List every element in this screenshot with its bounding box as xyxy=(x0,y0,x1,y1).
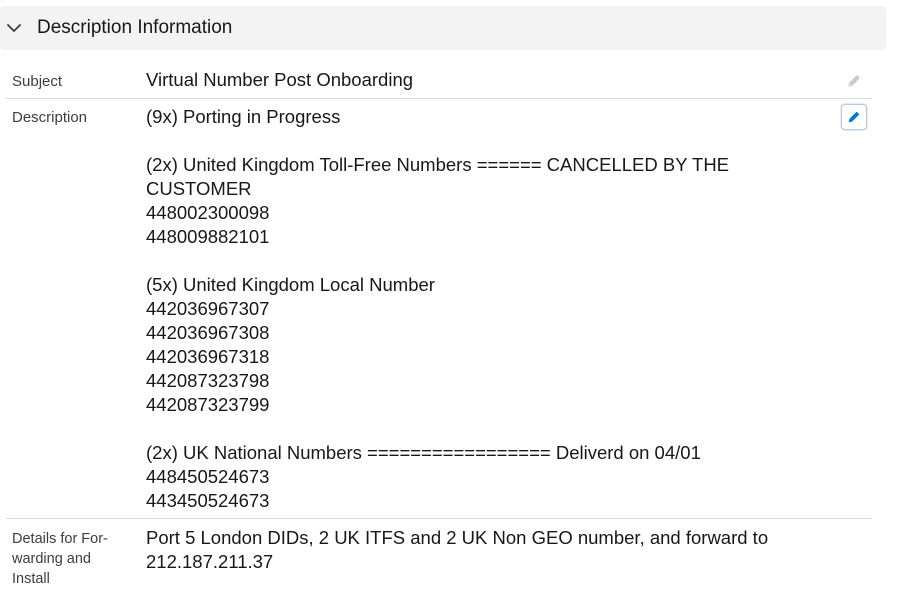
field-value-line: 212.187.211.37 xyxy=(146,551,274,572)
description-line: 442087323798 xyxy=(146,370,270,391)
section-title: Description Information xyxy=(37,17,233,38)
description-line: 442036967308 xyxy=(146,322,270,343)
divider xyxy=(6,98,872,99)
field-row-description: Description (9x) Porting in Progress (2x)… xyxy=(0,100,872,518)
section-header-description-information[interactable]: Description Information xyxy=(0,6,886,50)
field-label-line: Install xyxy=(12,571,50,587)
description-line: 448009882101 xyxy=(146,226,270,247)
edit-description-button[interactable] xyxy=(841,104,867,130)
field-label-line: Details for For- xyxy=(12,531,108,547)
pencil-icon xyxy=(848,111,860,123)
description-line: (9x) Porting in Progress xyxy=(146,106,341,127)
description-line: 442036967307 xyxy=(146,298,270,319)
description-line: (2x) UK National Numbers ===============… xyxy=(146,442,701,463)
description-line xyxy=(146,417,826,441)
field-row-details: Details for For- warding and Install Por… xyxy=(0,520,872,590)
field-value-details: Port 5 London DIDs, 2 UK ITFS and 2 UK N… xyxy=(146,526,826,574)
field-row-subject: Subject Virtual Number Post Onboarding xyxy=(0,64,872,98)
description-line: 448450524673 xyxy=(146,466,270,487)
description-line: (5x) United Kingdom Local Number xyxy=(146,274,435,295)
description-line: (2x) United Kingdom Toll-Free Numbers ==… xyxy=(146,154,730,175)
description-line xyxy=(146,249,826,273)
field-value-line: Port 5 London DIDs, 2 UK ITFS and 2 UK N… xyxy=(146,527,769,548)
description-line: 443450524673 xyxy=(146,490,270,511)
description-line: 448002300098 xyxy=(146,202,270,223)
chevron-down-icon xyxy=(6,20,22,36)
pencil-icon xyxy=(848,75,860,87)
field-value-description: (9x) Porting in Progress (2x) United King… xyxy=(146,105,826,513)
description-line: 442036967318 xyxy=(146,346,270,367)
field-label-subject: Subject xyxy=(12,73,63,90)
field-label-description: Description xyxy=(12,109,88,126)
field-label-details: Details for For- warding and Install xyxy=(12,529,132,589)
edit-subject-button[interactable] xyxy=(841,68,867,94)
description-line xyxy=(146,129,826,153)
field-label-line: warding and xyxy=(12,551,91,567)
divider xyxy=(6,518,872,519)
description-line: 442087323799 xyxy=(146,394,270,415)
description-line: CUSTOMER xyxy=(146,178,252,199)
field-value-subject: Virtual Number Post Onboarding xyxy=(146,69,414,90)
